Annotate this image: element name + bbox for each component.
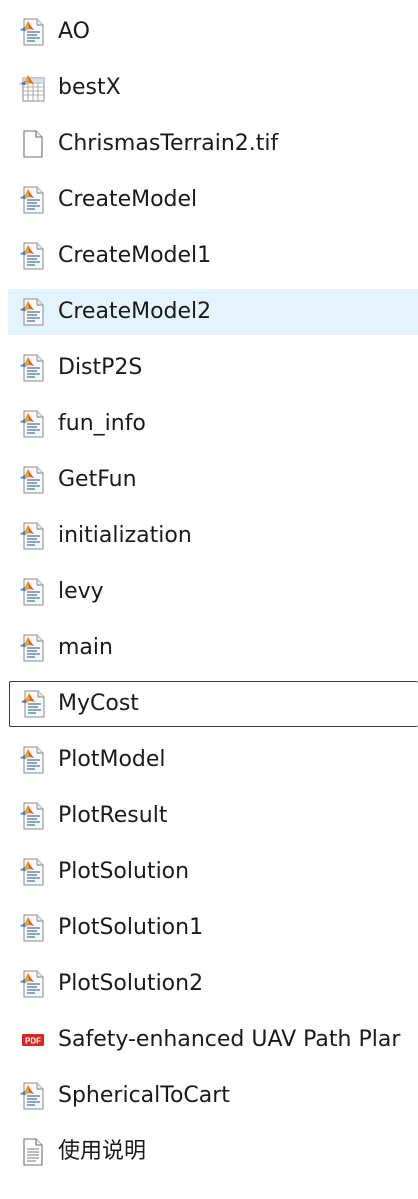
matlab-file-icon: [19, 522, 47, 550]
file-name: CreateModel1: [58, 243, 212, 268]
matlab-file-icon: [19, 914, 47, 942]
matlab-file-icon: [19, 298, 47, 326]
file-item[interactable]: CreateModel: [0, 177, 418, 223]
matlab-file-icon: [19, 578, 47, 606]
file-item[interactable]: SphericalToCart: [0, 1073, 418, 1119]
matlab-file-icon: [19, 634, 47, 662]
pdf-file-icon: PDF: [19, 1026, 47, 1054]
file-item[interactable]: PlotSolution1: [0, 905, 418, 951]
file-item[interactable]: initialization: [0, 513, 418, 559]
file-name: PlotSolution1: [58, 915, 204, 940]
file-item[interactable]: AO: [0, 9, 418, 55]
file-item[interactable]: levy: [0, 569, 418, 615]
text-document-icon: [19, 1138, 47, 1166]
file-name: MyCost: [58, 691, 139, 716]
file-item[interactable]: bestX: [0, 65, 418, 111]
file-name: ChrismasTerrain2.tif: [58, 131, 279, 156]
matlab-file-icon: [19, 1082, 47, 1110]
file-item[interactable]: MyCost: [9, 681, 418, 727]
file-list: AO bestX ChrismasTerrain2.tif CreateMode…: [0, 0, 418, 1199]
file-item[interactable]: 使用说明: [0, 1129, 418, 1175]
file-name: CreateModel: [58, 187, 198, 212]
blank-document-icon: [19, 130, 47, 158]
file-item[interactable]: CreateModel2: [8, 289, 418, 335]
file-item[interactable]: DistP2S: [0, 345, 418, 391]
file-name: Safety-enhanced UAV Path Plar: [58, 1027, 401, 1052]
file-name: AO: [58, 19, 90, 44]
file-name: initialization: [58, 523, 192, 548]
file-item[interactable]: PlotSolution2: [0, 961, 418, 1007]
file-name: PlotResult: [58, 803, 168, 828]
file-name: GetFun: [58, 467, 137, 492]
file-item[interactable]: ChrismasTerrain2.tif: [0, 121, 418, 167]
file-item[interactable]: fun_info: [0, 401, 418, 447]
file-item[interactable]: main: [0, 625, 418, 671]
file-name: SphericalToCart: [58, 1083, 230, 1108]
matlab-file-icon: [19, 410, 47, 438]
file-name: PlotModel: [58, 747, 166, 772]
matlab-file-icon: [19, 18, 47, 46]
file-item[interactable]: PlotResult: [0, 793, 418, 839]
file-name: bestX: [58, 75, 121, 100]
matlab-file-icon: [19, 970, 47, 998]
matlab-file-icon: [19, 242, 47, 270]
file-item[interactable]: CreateModel1: [0, 233, 418, 279]
file-name: PlotSolution2: [58, 971, 204, 996]
file-name: levy: [58, 579, 104, 604]
file-name: DistP2S: [58, 355, 143, 380]
mat-data-file-icon: [19, 74, 47, 102]
matlab-file-icon: [20, 690, 48, 718]
matlab-file-icon: [19, 354, 47, 382]
svg-text:PDF: PDF: [25, 1037, 41, 1046]
matlab-file-icon: [19, 858, 47, 886]
file-name: CreateModel2: [58, 299, 212, 324]
matlab-file-icon: [19, 802, 47, 830]
matlab-file-icon: [19, 186, 47, 214]
file-name: 使用说明: [58, 1139, 147, 1164]
file-name: main: [58, 635, 113, 660]
matlab-file-icon: [19, 746, 47, 774]
file-name: PlotSolution: [58, 859, 190, 884]
file-item[interactable]: PlotSolution: [0, 849, 418, 895]
file-item[interactable]: PDF Safety-enhanced UAV Path Plar: [0, 1017, 418, 1063]
file-item[interactable]: GetFun: [0, 457, 418, 503]
file-name: fun_info: [58, 411, 146, 436]
file-item[interactable]: PlotModel: [0, 737, 418, 783]
matlab-file-icon: [19, 466, 47, 494]
